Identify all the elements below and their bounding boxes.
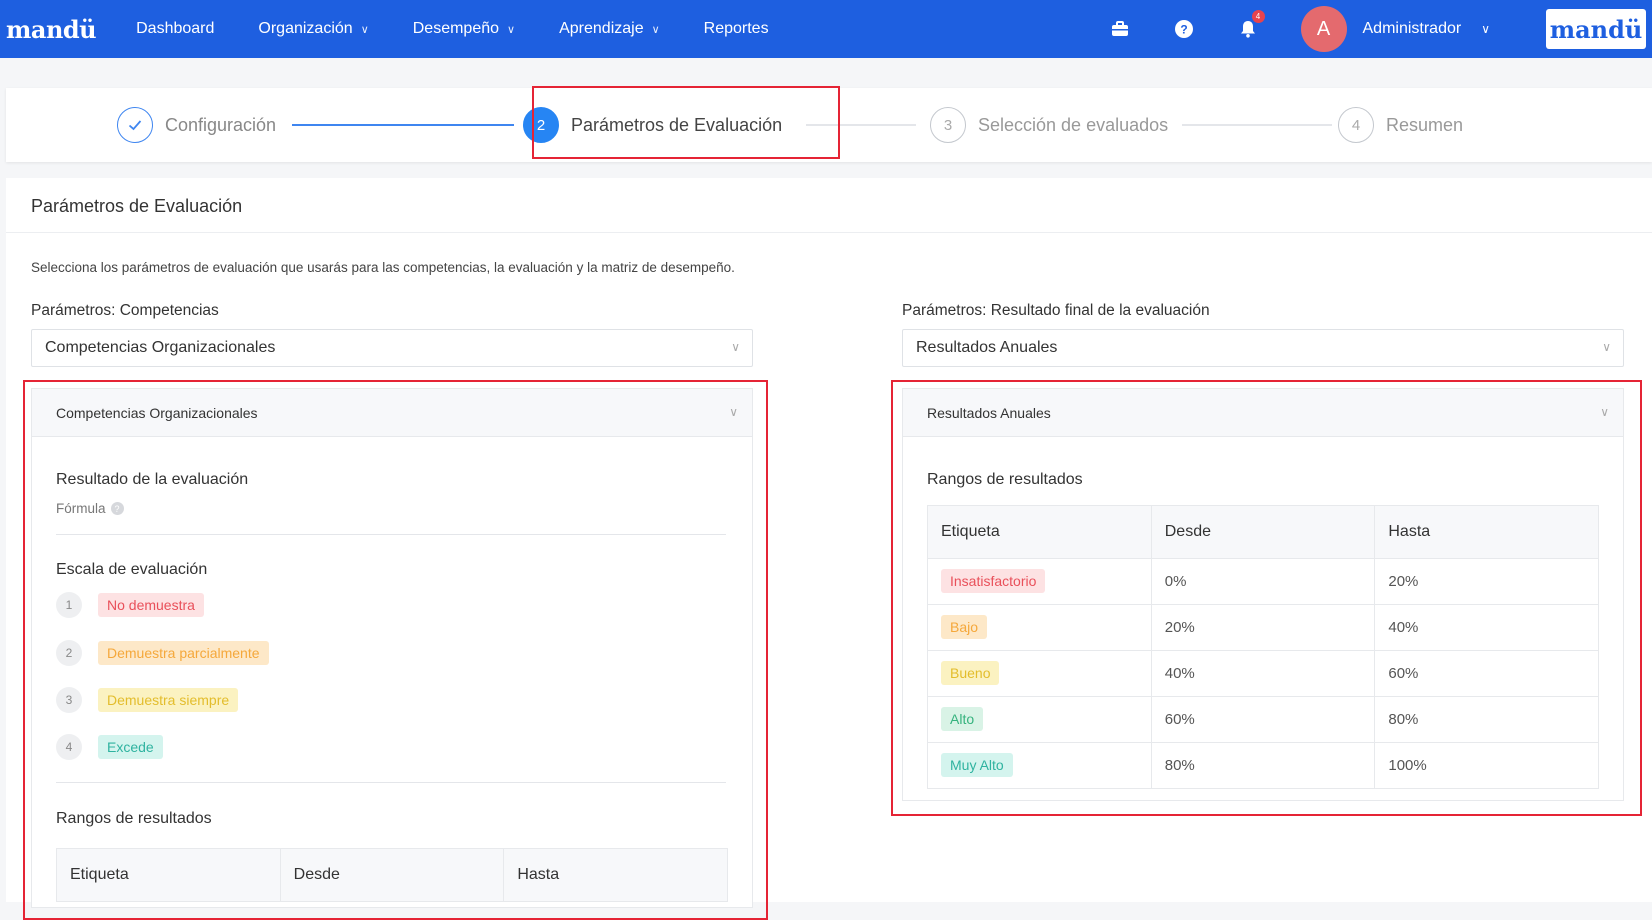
help-icon[interactable]: ? — [1173, 18, 1195, 40]
top-navbar: mandü Dashboard Organización ∨ Desempeño ∨… — [0, 0, 1652, 58]
chevron-down-icon[interactable]: ∨ — [1481, 22, 1490, 36]
highlight-box — [23, 380, 768, 920]
step-connector — [1182, 124, 1332, 126]
step-connector — [292, 124, 514, 126]
step-number: 3 — [930, 107, 966, 143]
step-label: Selección de evaluados — [978, 115, 1168, 136]
step-seleccion[interactable]: 3 Selección de evaluados — [930, 88, 1168, 162]
nav-right-tools: ? 4 A Administrador ∨ mandü — [1109, 0, 1652, 58]
nav-desempeno[interactable]: Desempeño ∨ — [413, 20, 515, 38]
nav-desempeno-label: Desempeño — [413, 20, 499, 38]
nav-reportes-label: Reportes — [704, 20, 769, 38]
competencias-label: Parámetros: Competencias — [31, 302, 219, 320]
bell-icon[interactable]: 4 — [1237, 18, 1259, 40]
step-label: Configuración — [165, 115, 276, 136]
resultado-final-label: Parámetros: Resultado final de la evalua… — [902, 302, 1210, 320]
nav-aprendizaje-label: Aprendizaje — [559, 20, 644, 38]
chevron-down-icon: ∨ — [507, 23, 515, 36]
nav-organizacion[interactable]: Organización ∨ — [258, 20, 368, 38]
highlight-box — [532, 86, 840, 159]
nav-aprendizaje[interactable]: Aprendizaje ∨ — [559, 20, 660, 38]
svg-text:?: ? — [1180, 23, 1187, 37]
resultado-selected-value: Resultados Anuales — [916, 339, 1057, 357]
chevron-down-icon: ∨ — [361, 23, 369, 36]
briefcase-icon[interactable] — [1109, 18, 1131, 40]
wizard-stepper: Configuración 2 Parámetros de Evaluación… — [6, 88, 1652, 162]
description-text: Selecciona los parámetros de evaluación … — [31, 260, 735, 275]
resultado-final-select[interactable]: Resultados Anuales ∨ — [902, 329, 1624, 367]
main-card: Parámetros de Evaluación Selecciona los … — [6, 178, 1652, 902]
highlight-box — [891, 380, 1642, 816]
page-title: Parámetros de Evaluación — [31, 196, 242, 217]
avatar[interactable]: A — [1301, 6, 1347, 52]
step-configuracion[interactable]: Configuración — [117, 88, 276, 162]
step-resumen[interactable]: 4 Resumen — [1338, 88, 1463, 162]
chevron-down-icon: ∨ — [652, 23, 660, 36]
divider — [6, 232, 1652, 233]
main-nav: Dashboard Organización ∨ Desempeño ∨ Apren… — [136, 20, 812, 38]
step-number: 4 — [1338, 107, 1374, 143]
nav-dashboard-label: Dashboard — [136, 20, 214, 38]
user-menu[interactable]: Administrador — [1363, 20, 1462, 38]
notification-badge: 4 — [1252, 10, 1265, 23]
step-label: Resumen — [1386, 115, 1463, 136]
chevron-down-icon: ∨ — [1602, 340, 1611, 354]
brand-logo[interactable]: mandü — [6, 15, 96, 44]
check-icon — [117, 107, 153, 143]
nav-organizacion-label: Organización — [258, 20, 352, 38]
nav-dashboard[interactable]: Dashboard — [136, 20, 214, 38]
competencias-select[interactable]: Competencias Organizacionales ∨ — [31, 329, 753, 367]
chevron-down-icon: ∨ — [731, 340, 740, 354]
company-logo: mandü — [1546, 9, 1646, 49]
competencias-selected-value: Competencias Organizacionales — [45, 339, 275, 357]
nav-reportes[interactable]: Reportes — [704, 20, 769, 38]
